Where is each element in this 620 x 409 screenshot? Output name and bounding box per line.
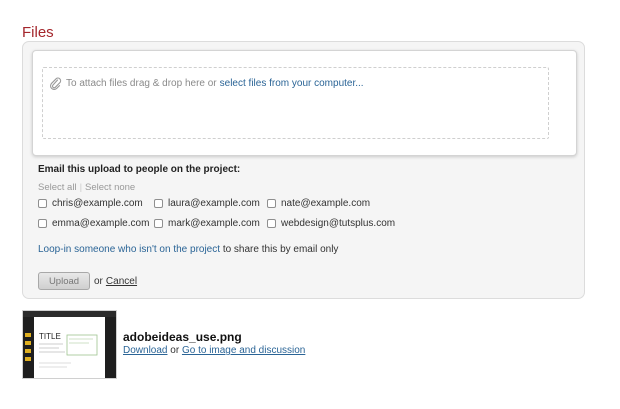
loop-in-line: Loop-in someone who isn't on the project… (38, 244, 338, 255)
recipient-checkbox[interactable] (154, 199, 163, 208)
thumbnail-image: TITLE (23, 311, 116, 378)
upload-button[interactable]: Upload (38, 272, 90, 290)
recipient-checkbox-row[interactable]: chris@example.com (38, 198, 143, 209)
select-none-link[interactable]: Select none (85, 182, 135, 193)
recipient-label: laura@example.com (168, 198, 260, 209)
select-all-link[interactable]: Select all (38, 182, 77, 193)
download-link[interactable]: Download (123, 345, 167, 356)
go-to-image-link[interactable]: Go to image and discussion (182, 345, 305, 356)
paperclip-icon (50, 77, 62, 90)
thumbnail-title-text: TITLE (39, 332, 61, 341)
file-links: Download or Go to image and discussion (123, 345, 305, 356)
recipient-label: nate@example.com (281, 198, 371, 209)
form-actions: Upload or Cancel (38, 272, 137, 290)
separator: | (79, 182, 83, 193)
recipient-label: mark@example.com (168, 218, 260, 229)
dropzone-container: To attach files drag & drop here or sele… (32, 50, 577, 156)
email-heading: Email this upload to people on the proje… (38, 164, 241, 175)
recipient-checkbox[interactable] (267, 219, 276, 228)
recipient-label: webdesign@tutsplus.com (281, 218, 396, 229)
loop-in-link[interactable]: Loop-in someone who isn't on the project (38, 244, 220, 255)
file-thumbnail[interactable]: TITLE (22, 310, 117, 379)
dropzone[interactable]: To attach files drag & drop here or sele… (42, 67, 549, 139)
cancel-link[interactable]: Cancel (106, 276, 137, 287)
loop-in-text: to share this by email only (222, 244, 339, 255)
recipient-checkbox[interactable] (154, 219, 163, 228)
dropzone-instruction: To attach files drag & drop here or (66, 78, 217, 89)
select-links: Select all | Select none (38, 182, 135, 193)
file-or-text: or (170, 345, 180, 356)
recipient-checkbox-row[interactable]: nate@example.com (267, 198, 370, 209)
dropzone-text: To attach files drag & drop here or sele… (49, 77, 364, 90)
recipient-checkbox[interactable] (267, 199, 276, 208)
recipient-label: chris@example.com (52, 198, 143, 209)
recipient-checkbox-row[interactable]: laura@example.com (154, 198, 260, 209)
file-name: adobeideas_use.png (123, 330, 242, 344)
recipient-checkbox-row[interactable]: emma@example.com (38, 218, 149, 229)
select-files-link[interactable]: select files from your computer... (220, 78, 364, 89)
or-text: or (94, 275, 103, 287)
recipient-checkbox[interactable] (38, 219, 47, 228)
recipient-checkbox[interactable] (38, 199, 47, 208)
recipient-checkbox-row[interactable]: mark@example.com (154, 218, 260, 229)
page-title: Files (22, 24, 54, 42)
recipient-checkbox-row[interactable]: webdesign@tutsplus.com (267, 218, 395, 229)
recipient-label: emma@example.com (52, 218, 150, 229)
upload-panel: To attach files drag & drop here or sele… (22, 41, 585, 299)
